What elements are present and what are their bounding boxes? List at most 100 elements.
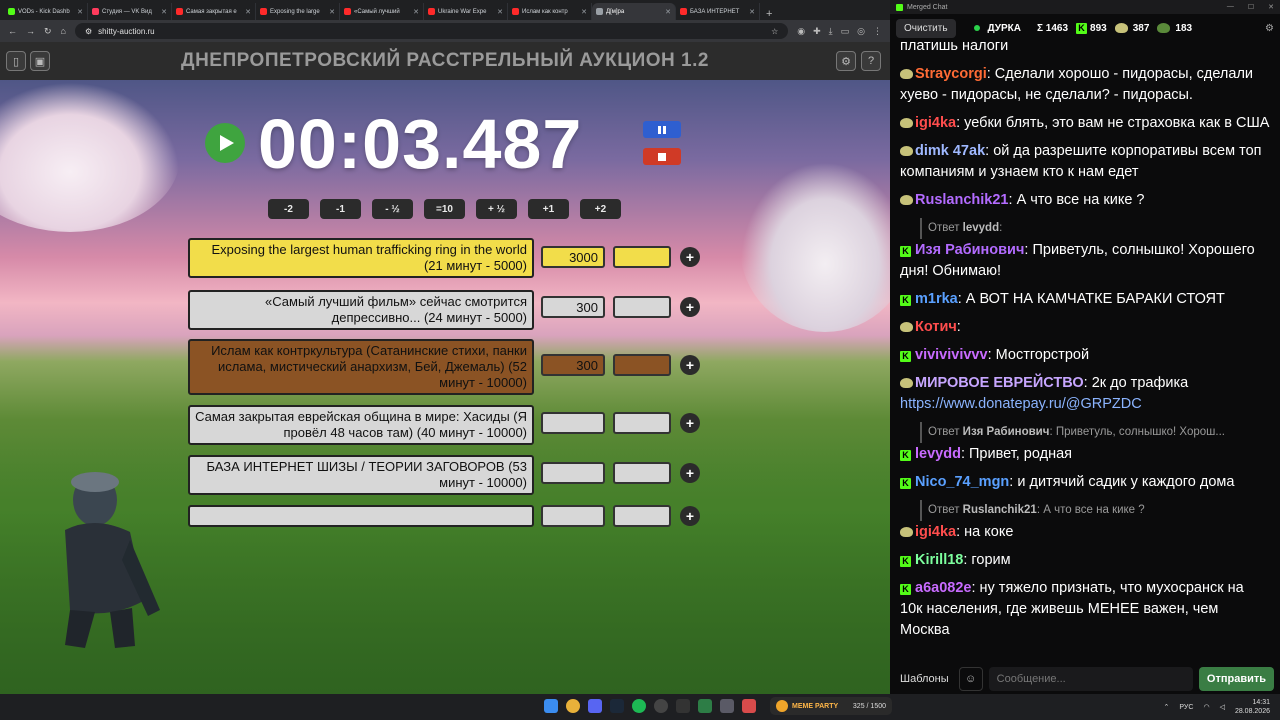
sidebar-icon[interactable]: ▭	[841, 26, 850, 37]
obs-icon[interactable]	[654, 699, 668, 713]
tab-close-icon[interactable]: ✕	[665, 8, 671, 16]
browser-tab[interactable]: Exposing the large ✕	[256, 3, 340, 20]
time-adjust-button[interactable]: -2	[268, 199, 309, 219]
lot-amount-field[interactable]: 300	[541, 354, 605, 376]
lot-name-field[interactable]: Exposing the largest human trafficking r…	[188, 238, 534, 278]
lot-add-amount-field[interactable]	[613, 246, 671, 268]
discord-icon[interactable]	[588, 699, 602, 713]
meme-party-widget[interactable]: MEME PARTY 325 / 1500	[770, 697, 892, 715]
time-adjust-button[interactable]: - ½	[372, 199, 413, 219]
message-input[interactable]: Сообщение...	[988, 667, 1193, 691]
chat-username[interactable]: a6a082e	[915, 580, 971, 596]
add-to-lot-button[interactable]: +	[680, 355, 700, 375]
chat-username[interactable]: Kirill18	[915, 552, 963, 568]
browser-tab[interactable]: Ukraine War Expe ✕	[424, 3, 508, 20]
chat-username[interactable]: levydd	[915, 446, 961, 462]
lot-name-field[interactable]: «Самый лучший фильм» сейчас смотрится де…	[188, 290, 534, 330]
reload-icon[interactable]: ↻	[44, 26, 52, 37]
add-to-lot-button[interactable]: +	[680, 463, 700, 483]
add-to-lot-button[interactable]: +	[680, 247, 700, 267]
lot-name-field[interactable]: Ислам как контркультура (Сатанинские сти…	[188, 339, 534, 395]
templates-button[interactable]: Шаблоны	[896, 673, 953, 685]
browser-tab[interactable]: Ислам как контр ✕	[508, 3, 592, 20]
time-adjust-button[interactable]: -1	[320, 199, 361, 219]
save-button[interactable]: ▣	[30, 51, 50, 71]
stop-button[interactable]	[643, 148, 681, 165]
maximize-icon[interactable]: ☐	[1248, 3, 1254, 11]
chat-username[interactable]: igi4ka	[915, 115, 956, 131]
add-to-lot-button[interactable]: +	[680, 297, 700, 317]
add-to-lot-button[interactable]: +	[680, 413, 700, 433]
back-icon[interactable]: ←	[8, 26, 17, 36]
url-field[interactable]: ⚙ shitty-auction.ru ☆	[74, 23, 789, 39]
lot-add-amount-field[interactable]	[613, 462, 671, 484]
lot-amount-field[interactable]	[541, 462, 605, 484]
steam-icon[interactable]	[610, 699, 624, 713]
chat-username[interactable]: Котич	[915, 319, 957, 335]
lot-amount-field[interactable]	[541, 505, 605, 527]
close-icon[interactable]: ✕	[1268, 3, 1274, 11]
chat-username[interactable]: Straycorgi	[915, 66, 987, 82]
lot-amount-field[interactable]: 3000	[541, 246, 605, 268]
extension-icon[interactable]: ◉	[797, 26, 805, 37]
lot-add-amount-field[interactable]	[613, 505, 671, 527]
pause-button[interactable]	[643, 121, 681, 138]
tab-close-icon[interactable]: ✕	[245, 8, 251, 16]
tab-close-icon[interactable]: ✕	[749, 8, 755, 16]
lot-name-field[interactable]	[188, 505, 534, 527]
profile-icon[interactable]: ◎	[857, 26, 865, 37]
app-icon[interactable]	[742, 699, 756, 713]
emoji-button[interactable]: ☺	[958, 667, 983, 691]
chat-username[interactable]: m1rka	[915, 291, 958, 307]
tab-close-icon[interactable]: ✕	[581, 8, 587, 16]
bookmark-star-icon[interactable]: ☆	[771, 27, 778, 36]
minimize-icon[interactable]: —	[1227, 3, 1234, 11]
time-adjust-button[interactable]: =10	[424, 199, 465, 219]
settings-button[interactable]: ⚙	[836, 51, 856, 71]
new-tab-icon[interactable]: +	[760, 8, 778, 20]
chat-username[interactable]: Изя Рабинович	[915, 242, 1024, 258]
language-indicator[interactable]: РУС	[1179, 704, 1193, 711]
tab-close-icon[interactable]: ✕	[413, 8, 419, 16]
site-info-icon[interactable]: ⚙	[85, 27, 92, 36]
chat-username[interactable]: Ruslanchik21	[915, 192, 1009, 208]
chat-username[interactable]: vivivivivvv	[915, 347, 988, 363]
chrome-icon[interactable]	[566, 699, 580, 713]
lot-name-field[interactable]: БАЗА ИНТЕРНЕТ ШИЗЫ / ТЕОРИИ ЗАГОВОРОВ (5…	[188, 455, 534, 495]
tab-close-icon[interactable]: ✕	[161, 8, 167, 16]
browser-tab[interactable]: Самая закрытая е ✕	[172, 3, 256, 20]
spotify-icon[interactable]	[632, 699, 646, 713]
time-adjust-button[interactable]: +1	[528, 199, 569, 219]
wifi-icon[interactable]: ◠	[1203, 703, 1209, 711]
chat-link[interactable]: https://www.donatepay.ru/@GRPZDC	[900, 396, 1142, 412]
chat-username[interactable]: Nico_74_mgn	[915, 474, 1009, 490]
puzzle-icon[interactable]: ✚	[813, 26, 821, 37]
browser-tab[interactable]: БАЗА ИНТЕРНЕТ ✕	[676, 3, 760, 20]
lot-amount-field[interactable]: 300	[541, 296, 605, 318]
clock[interactable]: 14:31 28.08.2026	[1235, 698, 1270, 716]
time-adjust-button[interactable]: +2	[580, 199, 621, 219]
volume-icon[interactable]: ◁	[1220, 703, 1225, 711]
tab-close-icon[interactable]: ✕	[497, 8, 503, 16]
lot-name-field[interactable]: Самая закрытая еврейская община в мире: …	[188, 405, 534, 445]
browser-tab[interactable]: «Самый лучший ✕	[340, 3, 424, 20]
app-icon[interactable]	[720, 699, 734, 713]
play-button[interactable]	[205, 123, 245, 163]
chat-username[interactable]: dimk 47ak	[915, 143, 985, 159]
start-icon[interactable]	[544, 699, 558, 713]
send-button[interactable]: Отправить	[1198, 667, 1274, 691]
browser-tab[interactable]: Студия — VK Вид ✕	[88, 3, 172, 20]
lot-add-amount-field[interactable]	[613, 412, 671, 434]
lot-amount-field[interactable]	[541, 412, 605, 434]
help-button[interactable]: ?	[861, 51, 881, 71]
download-icon[interactable]: ⤓	[829, 26, 833, 37]
chat-username[interactable]: igi4ka	[915, 524, 956, 540]
tab-close-icon[interactable]: ✕	[329, 8, 335, 16]
clear-button[interactable]: Очистить	[896, 18, 956, 38]
add-to-lot-button[interactable]: +	[680, 506, 700, 526]
menu-icon[interactable]: ⋮	[873, 26, 882, 37]
tab-close-icon[interactable]: ✕	[77, 8, 83, 16]
browser-tab[interactable]: Д[м]ра ✕	[592, 3, 676, 20]
app-icon[interactable]	[698, 699, 712, 713]
lot-add-amount-field[interactable]	[613, 354, 671, 376]
